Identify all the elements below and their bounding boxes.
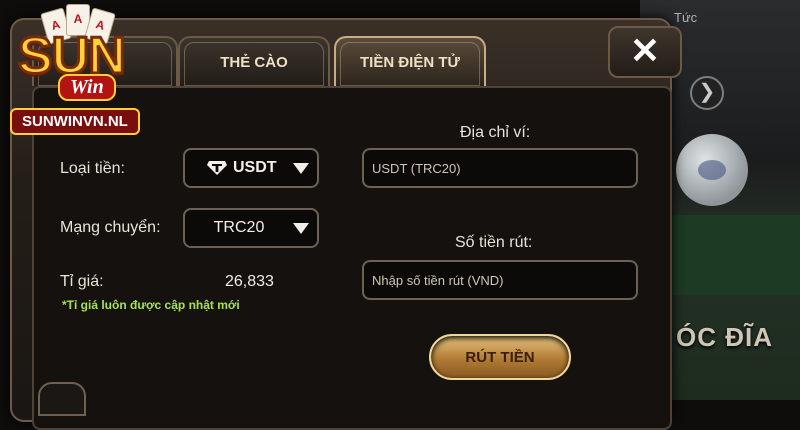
tab-card[interactable]: THẺ CÀO	[178, 36, 330, 86]
background-tab-label: Tức	[674, 10, 698, 25]
logo-url: SUNWINVN.NL	[10, 108, 140, 135]
rate-value: 26,833	[225, 273, 274, 290]
tether-icon	[207, 161, 227, 175]
network-select[interactable]: TRC20	[183, 208, 319, 248]
logo-sub-text: Win	[58, 74, 116, 101]
game-table-thumbnail	[668, 215, 800, 295]
network-value: TRC20	[213, 219, 265, 236]
rate-note: *Tỉ giá luôn được cập nhật mới	[62, 298, 240, 312]
wallet-address-input[interactable]	[370, 159, 636, 177]
wallet-label: Địa chỉ ví:	[460, 124, 531, 141]
amount-field[interactable]	[362, 260, 638, 300]
tab-label: TIỀN ĐIỆN TỬ	[360, 53, 460, 71]
tab-crypto[interactable]: TIỀN ĐIỆN TỬ	[334, 36, 486, 86]
close-icon: ✕	[629, 30, 661, 71]
currency-select[interactable]: USDT	[183, 148, 319, 188]
chevron-right-icon[interactable]: ❯	[690, 76, 724, 110]
rate-label: Tỉ giá:	[60, 273, 104, 290]
network-label: Mạng chuyển:	[60, 219, 161, 236]
chat-icon[interactable]	[38, 382, 86, 416]
wallet-address-field[interactable]	[362, 148, 638, 188]
brand-logo: A A A SUN Win SUNWINVN.NL	[6, 4, 166, 140]
chevron-down-icon	[293, 162, 309, 174]
game-disc-icon	[676, 134, 748, 206]
chevron-down-icon	[293, 222, 309, 234]
withdraw-button[interactable]: RÚT TIỀN	[429, 334, 571, 380]
currency-value: USDT	[233, 159, 277, 176]
tab-label: THẺ CÀO	[220, 53, 288, 71]
currency-label: Loại tiền:	[60, 160, 125, 177]
close-button[interactable]: ✕	[608, 26, 682, 78]
game-title: ÓC ĐĨA	[676, 322, 773, 352]
amount-input[interactable]	[370, 271, 636, 289]
amount-label: Số tiền rút:	[455, 234, 533, 251]
